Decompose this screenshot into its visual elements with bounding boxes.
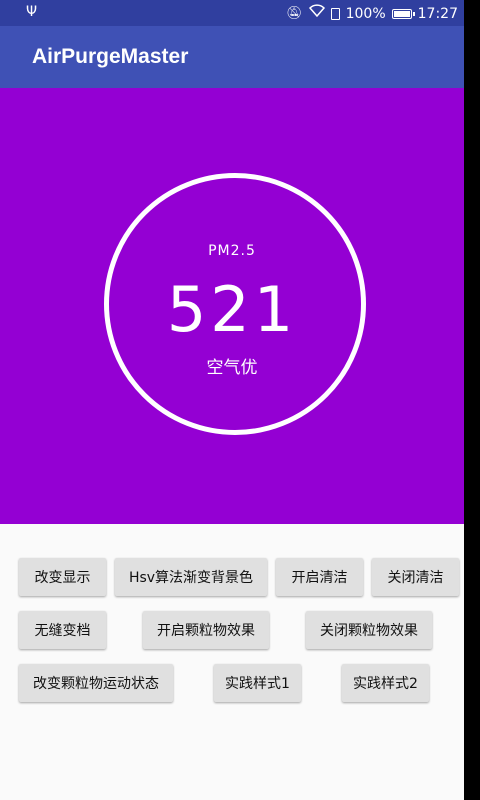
status-icons: 🔕︎ 100% 17:27 bbox=[286, 4, 458, 23]
enable-particles-button[interactable]: 开启颗粒物效果 bbox=[143, 611, 269, 649]
screen-edge bbox=[464, 0, 480, 800]
seamless-shift-button[interactable]: 无缝变档 bbox=[19, 611, 106, 649]
app-title: AirPurgeMaster bbox=[32, 45, 189, 68]
status-bar: Ψ 🔕︎ 100% 17:27 bbox=[0, 0, 464, 26]
change-particle-motion-button[interactable]: 改变颗粒物运动状态 bbox=[19, 664, 173, 702]
sim-icon bbox=[330, 7, 340, 20]
clock: 17:27 bbox=[417, 5, 458, 22]
practice-style-2-button[interactable]: 实践样式2 bbox=[342, 664, 429, 702]
usb-icon: Ψ bbox=[26, 4, 38, 20]
practice-style-1-button[interactable]: 实践样式1 bbox=[214, 664, 301, 702]
app-bar: AirPurgeMaster bbox=[0, 26, 464, 88]
pm-label: PM2.5 bbox=[208, 243, 256, 259]
air-quality-text: 空气优 bbox=[206, 358, 258, 378]
pm-value: 521 bbox=[166, 273, 298, 346]
mute-icon: 🔕︎ bbox=[286, 5, 303, 21]
battery-icon bbox=[391, 8, 415, 19]
controls-panel: 改变显示 Hsv算法渐变背景色 开启清洁 关闭清洁 无缝变档 开启颗粒物效果 关… bbox=[0, 524, 464, 800]
disable-particles-button[interactable]: 关闭颗粒物效果 bbox=[306, 611, 432, 649]
change-display-button[interactable]: 改变显示 bbox=[19, 558, 106, 596]
stop-clean-button[interactable]: 关闭清洁 bbox=[372, 558, 459, 596]
gauge-panel: PM2.5 521 空气优 bbox=[0, 88, 464, 524]
start-clean-button[interactable]: 开启清洁 bbox=[276, 558, 363, 596]
battery-percent: 100% bbox=[345, 5, 386, 22]
hsv-gradient-button[interactable]: Hsv算法渐变背景色 bbox=[115, 558, 267, 596]
wifi-icon bbox=[308, 4, 325, 23]
